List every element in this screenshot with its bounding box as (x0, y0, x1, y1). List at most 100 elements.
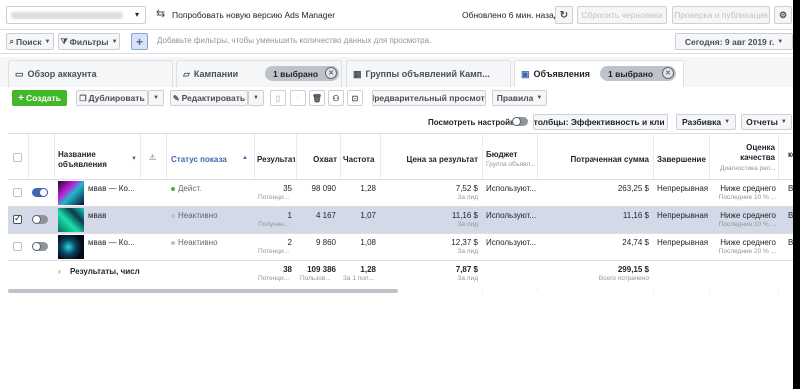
cpr: 11,16 $ (451, 211, 478, 220)
chevron-down-icon: ▼ (777, 38, 784, 45)
rules-button[interactable]: Правила ▼ (492, 90, 547, 106)
cpr-sub: За лид (457, 248, 478, 255)
spent: 24,74 $ (622, 238, 649, 247)
review-publish-button[interactable]: Проверка и публикация (672, 6, 770, 24)
reports-button[interactable]: Отчеты ▼ (741, 114, 792, 130)
create-button[interactable]: + Создать (12, 90, 67, 106)
reset-icon: ◌ (295, 93, 301, 103)
preview-icon-button[interactable]: ⊡ (347, 90, 363, 106)
header-name[interactable]: Название объявления (58, 150, 128, 170)
header-budget[interactable]: Бюджет (486, 150, 536, 160)
ads-table: Название объявления ▼ ⚠ Статус показа ▲ … (8, 133, 800, 293)
date-range-button[interactable]: Сегодня: 9 авг 2019 г. ▼ (675, 33, 793, 50)
row-checkbox[interactable] (13, 188, 22, 197)
ad-toggle[interactable] (32, 215, 48, 224)
select-all-checkbox[interactable] (13, 153, 22, 162)
cpr: 12,37 $ (451, 238, 478, 247)
view-settings-toggle[interactable] (512, 117, 528, 126)
ad-status: Неактивно (171, 211, 251, 220)
horizontal-scrollbar[interactable] (8, 289, 398, 293)
tab-adsets[interactable]: ▦ Группы объявлений Камп... (346, 60, 511, 87)
try-new-version-link[interactable]: Попробовать новую версию Ads Manager (172, 10, 335, 20)
ads-selected-pill[interactable]: 1 выбрано ✕ (600, 66, 676, 81)
totals-frequency-sub: За 1 пол... (343, 275, 374, 282)
grid-icon: ▦ (353, 68, 362, 79)
header-frequency[interactable]: Частота (343, 155, 379, 165)
spent: 11,16 $ (622, 211, 649, 220)
delete-button[interactable]: 🗑 (309, 90, 325, 106)
header-quality[interactable]: Оценка качества (713, 143, 775, 163)
columns-button[interactable]: Столбцы: Эффективность и кли▼ (533, 114, 668, 130)
edit-button[interactable]: ✎ Редактировать (170, 90, 248, 106)
tab-account-overview[interactable]: ▭ Обзор аккаунта (8, 60, 173, 87)
settings-button[interactable]: ⚙ (774, 6, 792, 24)
chevron-down-icon: ▼ (724, 119, 731, 125)
sort-down-icon: ▼ (131, 156, 137, 162)
breakdown-button[interactable]: Разбивка ▼ (676, 114, 736, 130)
header-cpr[interactable]: Цена за результат (384, 155, 478, 165)
frequency: 1,07 (360, 211, 376, 220)
duplicate-dropdown[interactable]: ▼ (148, 90, 164, 106)
search-button[interactable]: ⌕ Поиск ▼ (6, 33, 54, 50)
filter-bar: ⌕ Поиск ▼ ⧩ Фильтры ▼ + Добавьте фильтры, … (0, 30, 800, 54)
ad-status: Дейст. (171, 184, 251, 193)
reset-button[interactable]: ◌ (290, 90, 306, 106)
ad-name[interactable]: мвав — Ко... (88, 238, 140, 247)
header-ends[interactable]: Завершение (657, 155, 709, 165)
table-row[interactable]: ✓ мвав Неактивно 1 Получен... 4 167 1,07… (8, 207, 800, 234)
ends: Непрерывная (657, 238, 709, 247)
view-settings-label: Посмотреть настройки (428, 118, 519, 127)
account-selector[interactable]: ▾ (6, 6, 146, 24)
sort-up-icon: ▲ (242, 155, 248, 161)
expand-chevron-icon[interactable]: › (58, 267, 61, 276)
budget: Используют... (486, 238, 536, 247)
refresh-icon: ↻ (559, 9, 569, 21)
ad-toggle[interactable] (32, 188, 48, 197)
filter-icon: ⧩ (60, 36, 68, 46)
header-status[interactable]: Статус показа (171, 155, 251, 165)
overview-icon: ▭ (15, 68, 24, 79)
lock-button[interactable]: ▯ (270, 90, 286, 106)
header-quality-sub: Диагностика рел... (720, 165, 776, 172)
trash-icon: 🗑 (311, 93, 323, 103)
add-filter-button[interactable]: + (131, 33, 148, 50)
discard-drafts-button[interactable]: Сбросить черновики (577, 6, 667, 24)
cpr-sub: За лид (457, 194, 478, 201)
header-results[interactable]: Результат (257, 155, 295, 165)
window-edge (793, 0, 800, 389)
filter-placeholder[interactable]: Добавьте фильтры, чтобы уменьшить количе… (157, 36, 431, 45)
results-sub: Получен... (258, 221, 290, 228)
account-name-redacted (11, 12, 123, 19)
header-spent[interactable]: Потраченная сумма (541, 155, 649, 165)
preview-button[interactable]: Предварительный просмотр (372, 90, 486, 106)
results-sub: Потенци... (258, 248, 290, 255)
row-checkbox[interactable] (13, 242, 22, 251)
top-bar: ▾ ⇆ Попробовать новую версию Ads Manager… (0, 0, 800, 30)
toolbar: + Создать ❐ Дублировать ▼ ✎ Редактироват… (0, 87, 800, 109)
table-row[interactable]: мвав — Ко... Неактивно 2 Потенци... 9 86… (8, 234, 800, 261)
cpr-sub: За лид (457, 221, 478, 228)
filters-button[interactable]: ⧩ Фильтры ▼ (58, 33, 120, 50)
ad-name[interactable]: мвав — Ко... (88, 184, 140, 193)
refresh-button[interactable]: ↻ (555, 6, 573, 24)
header-budget-sub: Группа объявл... (486, 161, 536, 168)
row-checkbox[interactable]: ✓ (13, 213, 22, 224)
duplicate-button[interactable]: ❐ Дублировать (76, 90, 148, 106)
close-icon[interactable]: ✕ (325, 67, 337, 79)
warning-icon: ⚠ (149, 153, 157, 162)
people-icon: ⚇ (332, 93, 340, 103)
chevron-down-icon: ▼ (44, 38, 51, 45)
test-button[interactable]: ⚇ (328, 90, 344, 106)
table-row[interactable]: мвав — Ко... Дейст. 35 Потенци... 98 090… (8, 180, 800, 207)
ad-toggle[interactable] (32, 242, 48, 251)
ad-name[interactable]: мвав (88, 211, 140, 220)
totals-label: Результаты, числ (70, 267, 140, 276)
quality-sub: Последние 10 % ... (718, 221, 776, 228)
header-reach[interactable]: Охват (299, 155, 337, 165)
edit-dropdown[interactable]: ▼ (248, 90, 264, 106)
close-icon[interactable]: ✕ (662, 67, 674, 79)
table-header: Название объявления ▼ ⚠ Статус показа ▲ … (8, 134, 800, 180)
budget: Используют... (486, 184, 536, 193)
campaigns-selected-pill[interactable]: 1 выбрано ✕ (265, 66, 339, 81)
totals-reach: 109 386 (307, 265, 336, 274)
